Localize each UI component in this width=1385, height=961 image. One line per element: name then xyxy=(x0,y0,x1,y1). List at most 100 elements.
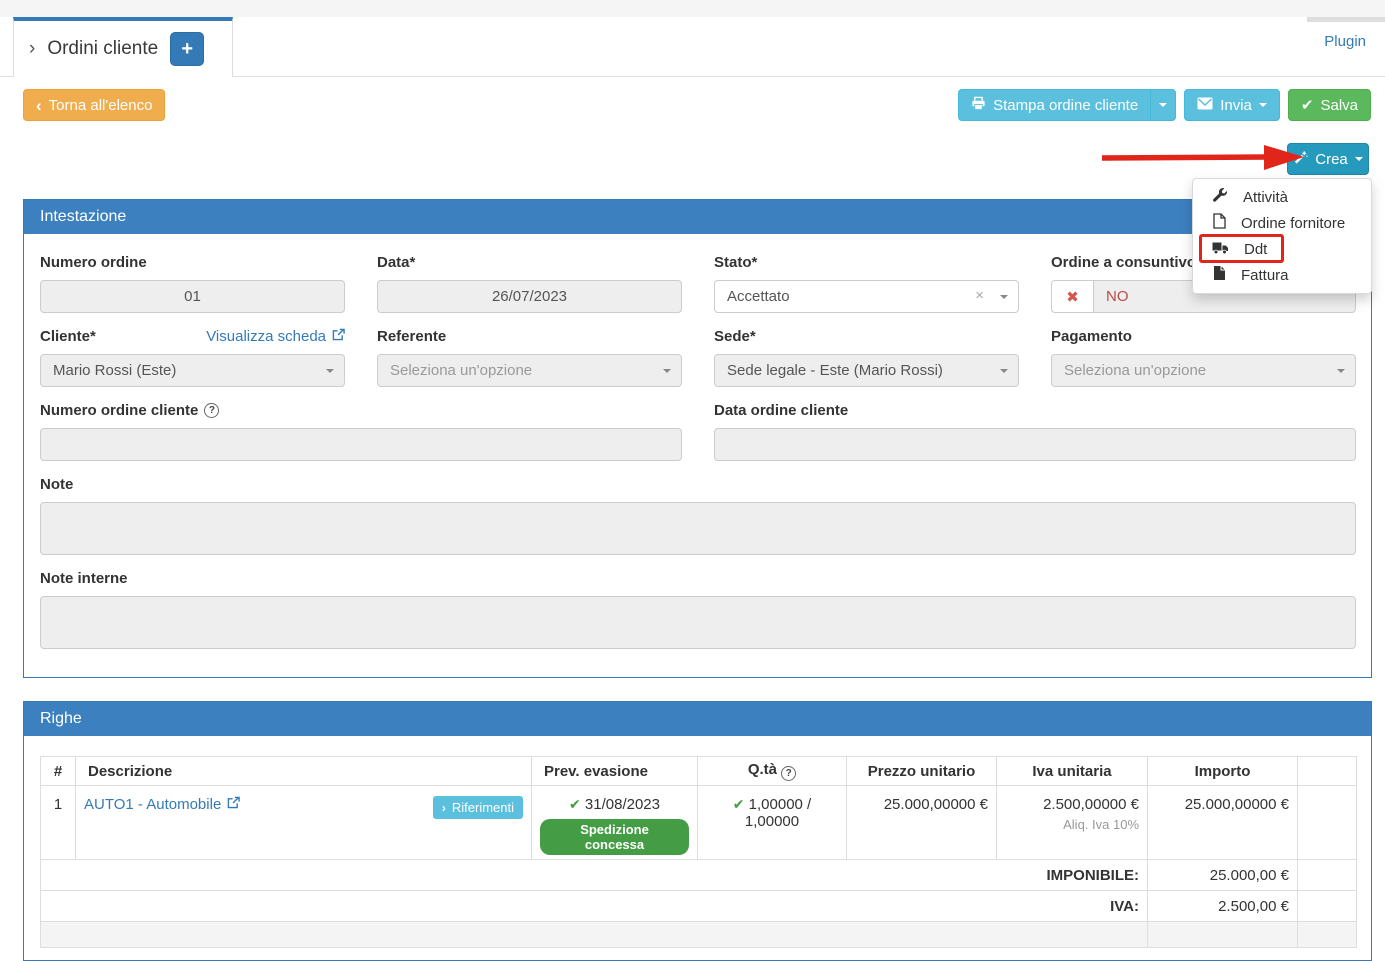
data-label: Data* xyxy=(377,254,682,271)
menu-item-ddt[interactable]: Ddt xyxy=(1193,236,1371,262)
visualizza-scheda-link[interactable]: Visualizza scheda xyxy=(206,328,345,345)
inactive-tab-edge xyxy=(1307,17,1385,22)
pagamento-placeholder: Seleziona un'opzione xyxy=(1064,362,1206,379)
tab-ordini-cliente[interactable]: › Ordini cliente + xyxy=(13,17,233,77)
row-actions-cell xyxy=(1298,786,1357,860)
imponibile-label: IMPONIBILE: xyxy=(41,860,1148,891)
cross-icon: ✖ xyxy=(1051,280,1094,313)
create-dropdown-menu: Attività Ordine fornitore Ddt Fattura xyxy=(1192,178,1372,294)
menu-item-label: Ordine fornitore xyxy=(1241,215,1345,232)
data-value: 26/07/2023 xyxy=(492,288,567,305)
referente-placeholder: Seleziona un'opzione xyxy=(390,362,532,379)
stato-label: Stato* xyxy=(714,254,1019,271)
row-iva-cell: 2.500,00000 € Aliq. Iva 10% xyxy=(997,786,1148,860)
clear-icon[interactable]: × xyxy=(975,287,984,304)
menu-item-fattura[interactable]: Fattura xyxy=(1193,262,1371,288)
row-importo-cell: 25.000,00000 € xyxy=(1148,786,1298,860)
plus-icon: + xyxy=(181,38,193,61)
sede-value: Sede legale - Este (Mario Rossi) xyxy=(727,362,943,379)
pagamento-label: Pagamento xyxy=(1051,328,1356,345)
totale-row-partial xyxy=(41,922,1357,948)
sede-select[interactable]: Sede legale - Este (Mario Rossi) xyxy=(714,354,1019,387)
create-button-label: Crea xyxy=(1315,151,1348,168)
menu-item-label: Fattura xyxy=(1241,267,1289,284)
stato-value: Accettato xyxy=(727,288,790,305)
prev-evasione-value: 31/08/2023 xyxy=(585,796,660,813)
iva-value: 2.500,00000 € xyxy=(1005,796,1139,813)
sede-label: Sede* xyxy=(714,328,1019,345)
righe-title: Righe xyxy=(40,710,82,728)
iva-row: IVA: 2.500,00 € xyxy=(41,891,1357,922)
aliquota-label: Aliq. Iva 10% xyxy=(1005,817,1139,832)
print-button[interactable]: Stampa ordine cliente xyxy=(958,89,1150,121)
save-button-label: Salva xyxy=(1320,97,1358,114)
data-ordine-cliente-label: Data ordine cliente xyxy=(714,402,1356,419)
articolo-link[interactable]: AUTO1 - Automobile xyxy=(84,796,240,813)
help-icon[interactable]: ? xyxy=(781,766,796,781)
add-tab-button[interactable]: + xyxy=(170,32,204,66)
col-prev-evasione: Prev. evasione xyxy=(532,757,698,786)
chevron-right-icon: › xyxy=(442,801,446,815)
col-num: # xyxy=(41,757,76,786)
page-title: Ordini cliente xyxy=(47,38,158,60)
row-number: 1 xyxy=(41,786,76,860)
col-descrizione: Descrizione xyxy=(76,757,532,786)
data-ordine-cliente-input[interactable] xyxy=(714,428,1356,461)
external-link-icon xyxy=(227,796,240,813)
row-prev-evasione-cell: ✔ 31/08/2023 Spedizione concessa xyxy=(532,786,698,860)
note-interne-textarea[interactable] xyxy=(40,596,1356,649)
righe-panel-header: Righe xyxy=(24,702,1371,736)
toolbar-right: Stampa ordine cliente Invia ✔ Salva xyxy=(958,89,1371,121)
plugin-link[interactable]: Plugin xyxy=(1324,33,1366,50)
articolo-label: AUTO1 - Automobile xyxy=(84,796,221,813)
magic-wand-icon xyxy=(1293,150,1308,169)
pagamento-select[interactable]: Seleziona un'opzione xyxy=(1051,354,1356,387)
help-icon[interactable]: ? xyxy=(204,403,219,418)
qta-value: 1,00000 / 1,00000 xyxy=(745,796,811,830)
visualizza-scheda-label: Visualizza scheda xyxy=(206,328,326,345)
save-button[interactable]: ✔ Salva xyxy=(1288,89,1371,121)
pointer-arrow xyxy=(1096,143,1306,173)
data-input[interactable]: 26/07/2023 xyxy=(377,280,682,313)
print-options-button[interactable] xyxy=(1150,89,1176,121)
intestazione-title: Intestazione xyxy=(40,208,126,226)
wrench-icon xyxy=(1212,187,1228,207)
riferimenti-button[interactable]: › Riferimenti xyxy=(433,796,523,819)
print-button-label: Stampa ordine cliente xyxy=(993,97,1138,114)
cliente-select[interactable]: Mario Rossi (Este) xyxy=(40,354,345,387)
send-button[interactable]: Invia xyxy=(1184,89,1280,121)
back-button[interactable]: ‹ Torna all'elenco xyxy=(23,89,165,121)
print-button-group: Stampa ordine cliente xyxy=(958,89,1176,121)
col-prezzo-unitario: Prezzo unitario xyxy=(847,757,997,786)
note-label: Note xyxy=(40,476,1356,493)
col-actions xyxy=(1298,757,1357,786)
menu-item-ordine-fornitore[interactable]: Ordine fornitore xyxy=(1193,210,1371,236)
cliente-value: Mario Rossi (Este) xyxy=(53,362,176,379)
riferimenti-label: Riferimenti xyxy=(452,800,514,815)
file-outline-icon xyxy=(1212,213,1226,233)
referente-select[interactable]: Seleziona un'opzione xyxy=(377,354,682,387)
caret-down-icon xyxy=(1159,103,1167,107)
imponibile-value: 25.000,00 € xyxy=(1148,860,1298,891)
righe-table: # Descrizione Prev. evasione Q.tà ? Prez… xyxy=(40,756,1357,948)
menu-item-label: Attività xyxy=(1243,189,1288,206)
referente-label: Referente xyxy=(377,328,682,345)
stato-select[interactable]: Accettato × xyxy=(714,280,1019,313)
envelope-icon xyxy=(1197,97,1213,114)
send-button-label: Invia xyxy=(1220,97,1252,114)
numero-ordine-value: 01 xyxy=(184,288,201,305)
truck-icon xyxy=(1212,240,1229,259)
intestazione-panel: Intestazione Numero ordine 01 Data* 26/0… xyxy=(23,199,1372,678)
create-button[interactable]: Crea xyxy=(1287,143,1369,175)
table-row: 1 AUTO1 - Automobile › Riferimenti xyxy=(41,786,1357,860)
menu-item-attivita[interactable]: Attività xyxy=(1193,184,1371,210)
toolbar: ‹ Torna all'elenco Stampa ordine cliente… xyxy=(23,89,1371,121)
spedizione-badge: Spedizione concessa xyxy=(540,819,689,855)
numero-ordine-cliente-input[interactable] xyxy=(40,428,682,461)
intestazione-panel-header: Intestazione xyxy=(24,200,1371,234)
note-textarea[interactable] xyxy=(40,502,1356,555)
menu-item-label: Ddt xyxy=(1244,241,1267,258)
numero-ordine-input[interactable]: 01 xyxy=(40,280,345,313)
caret-down-icon xyxy=(1259,103,1267,107)
chevron-left-icon: ‹ xyxy=(36,97,42,114)
